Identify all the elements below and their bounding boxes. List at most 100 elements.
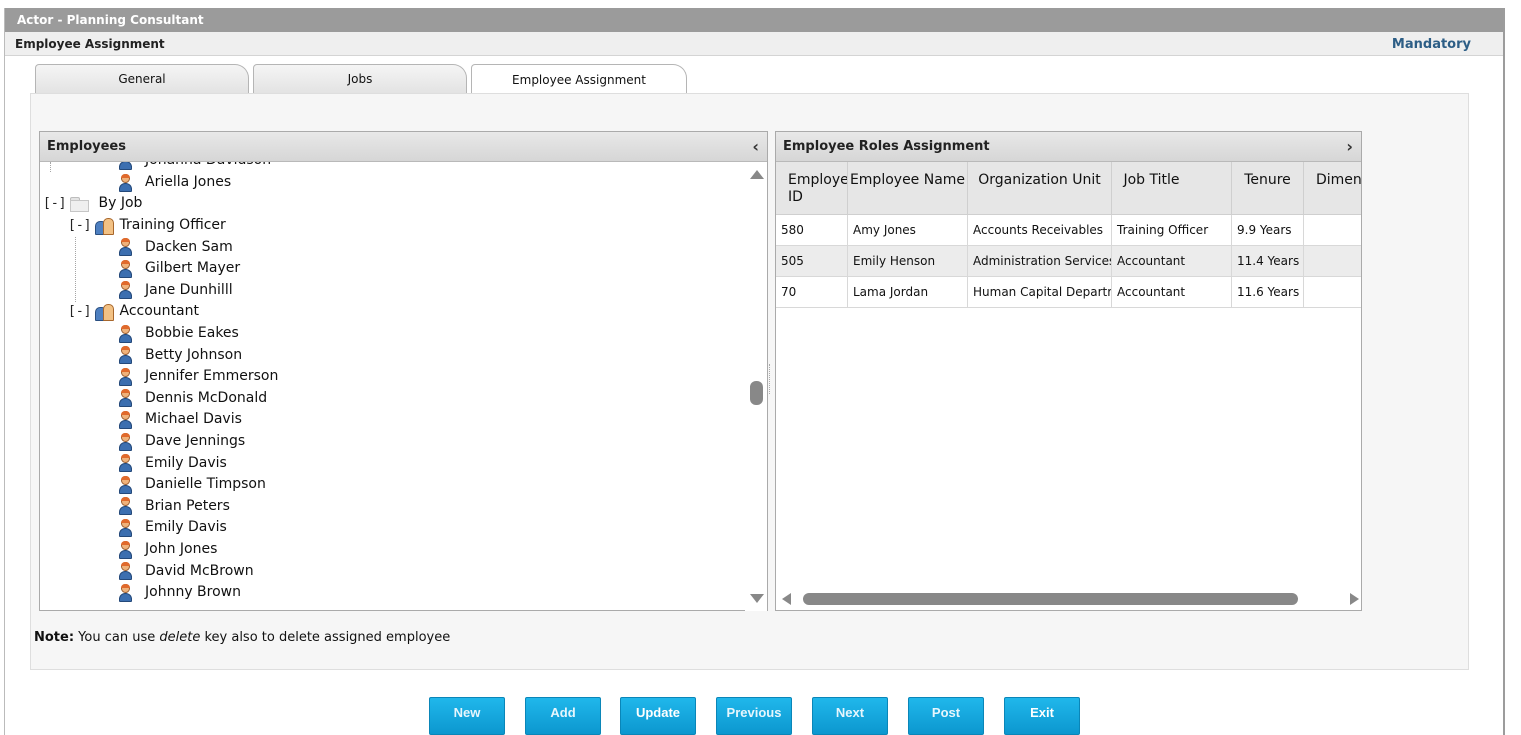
column-header-job-title[interactable]: Job Title xyxy=(1112,162,1232,215)
tree-item-employee[interactable]: Emily Davis xyxy=(118,517,227,538)
person-icon xyxy=(118,389,132,408)
scroll-up-icon[interactable] xyxy=(750,170,764,179)
tree-item-employee[interactable]: Johanna Davidson xyxy=(118,162,271,171)
table-cell: Emily Henson xyxy=(848,246,968,276)
tree-toggle[interactable]: [-] xyxy=(43,193,66,214)
person-icon xyxy=(118,259,132,278)
tree-item-employee[interactable]: Jane Dunhilll xyxy=(118,280,233,301)
add-button[interactable]: Add xyxy=(525,697,601,735)
grid-horizontal-scrollbar[interactable] xyxy=(776,588,1361,610)
tree-item-label: Emily Davis xyxy=(145,454,227,471)
scroll-down-icon[interactable] xyxy=(750,594,764,603)
new-button[interactable]: New xyxy=(429,697,505,735)
folder-icon xyxy=(70,197,90,212)
column-header-organization-unit[interactable]: Organization Unit xyxy=(968,162,1112,215)
tree-item-employee[interactable]: Dave Jennings xyxy=(118,431,245,452)
table-cell: 70 xyxy=(776,277,848,307)
tab-jobs[interactable]: Jobs xyxy=(253,64,467,94)
column-header-employee-id[interactable]: Employee ID xyxy=(776,162,848,215)
person-icon xyxy=(118,432,132,451)
job-group-icon xyxy=(95,217,115,235)
grid-body: 580 Amy Jones Accounts Receivables Training… xyxy=(776,215,1361,308)
person-icon xyxy=(118,410,132,429)
tree-item-employee[interactable]: Betty Johnson xyxy=(118,345,242,366)
table-cell: Accountant xyxy=(1112,277,1232,307)
scroll-right-icon[interactable] xyxy=(1350,593,1359,605)
column-header-tenure[interactable]: Tenure xyxy=(1232,162,1304,215)
tree-item-employee[interactable]: Gilbert Mayer xyxy=(118,258,240,279)
tree-item-label: David McBrown xyxy=(145,562,254,579)
tree-node-by-job[interactable]: [-] By Job xyxy=(43,193,142,214)
tree-toggle[interactable]: [-] xyxy=(68,215,91,236)
person-icon xyxy=(118,173,132,192)
person-icon xyxy=(118,162,132,170)
post-button[interactable]: Post xyxy=(908,697,984,735)
tree-item-employee[interactable]: Emily Davis xyxy=(118,453,227,474)
scroll-left-icon[interactable] xyxy=(782,593,791,605)
tree-item-label: Gilbert Mayer xyxy=(145,260,241,277)
person-icon xyxy=(118,518,132,537)
roles-panel-title: Employee Roles Assignment xyxy=(783,139,990,154)
person-icon xyxy=(118,562,132,581)
tree-item-employee[interactable]: John Jones xyxy=(118,539,217,560)
tree-item-employee[interactable]: Dacken Sam xyxy=(118,237,233,258)
person-icon xyxy=(118,583,132,602)
column-header-employee-name[interactable]: Employee Name xyxy=(848,162,968,215)
tree-connector xyxy=(50,162,51,172)
tree-item-employee[interactable]: David McBrown xyxy=(118,561,254,582)
update-button[interactable]: Update xyxy=(620,697,696,735)
tree-toggle[interactable]: [-] xyxy=(68,301,91,322)
previous-button[interactable]: Previous xyxy=(716,697,792,735)
mandatory-link[interactable]: Mandatory xyxy=(1392,32,1471,58)
table-cell: Amy Jones xyxy=(848,215,968,245)
scroll-thumb[interactable] xyxy=(750,381,763,405)
person-icon xyxy=(118,281,132,300)
note-keyword: delete xyxy=(159,630,201,645)
tree-node-job-group[interactable]: [-] Training Officer xyxy=(68,215,226,236)
job-group-icon xyxy=(95,303,115,321)
tree-vertical-scrollbar[interactable] xyxy=(745,162,767,611)
tab-employee-assignment[interactable]: Employee Assignment xyxy=(471,64,687,95)
person-icon xyxy=(118,540,132,559)
scroll-thumb[interactable] xyxy=(803,593,1298,605)
tree-item-employee[interactable]: Dennis McDonald xyxy=(118,388,267,409)
column-header-dimension[interactable]: Dimens xyxy=(1304,162,1361,215)
tree-item-employee[interactable]: Johnny Brown xyxy=(118,582,241,603)
table-cell: Human Capital Departm xyxy=(968,277,1112,307)
table-cell: 505 xyxy=(776,246,848,276)
table-row[interactable]: 70 Lama Jordan Human Capital Departm Accoun… xyxy=(776,277,1361,308)
tree-item-label: Jennifer Emmerson xyxy=(145,368,279,385)
table-cell: Lama Jordan xyxy=(848,277,968,307)
page-title: Employee Assignment xyxy=(15,37,165,51)
tree-item-employee[interactable]: Bobbie Eakes xyxy=(118,323,239,344)
person-icon xyxy=(118,454,132,473)
tree-item-employee[interactable]: Brian Peters xyxy=(118,496,230,517)
person-icon xyxy=(118,367,132,386)
table-cell: 11.6 Years xyxy=(1232,277,1304,307)
tree-item-employee[interactable]: Michael Davis xyxy=(118,409,242,430)
table-row[interactable]: 505 Emily Henson Administration Services Ac… xyxy=(776,246,1361,277)
tree-node-label: By Job xyxy=(98,195,143,211)
exit-button[interactable]: Exit xyxy=(1004,697,1080,735)
expand-right-icon[interactable]: › xyxy=(1346,132,1353,162)
tree-item-employee[interactable]: Ariella Jones xyxy=(118,172,231,193)
person-icon xyxy=(118,497,132,516)
tree-item-label: Emily Davis xyxy=(145,519,227,536)
panel-splitter[interactable] xyxy=(769,364,771,394)
roles-grid: Employee ID Employee Name Organization U… xyxy=(776,162,1361,308)
tab-general[interactable]: General xyxy=(35,64,249,94)
table-row[interactable]: 580 Amy Jones Accounts Receivables Training… xyxy=(776,215,1361,246)
tree-node-job-group[interactable]: [-] Accountant xyxy=(68,301,199,322)
tree-item-label: Betty Johnson xyxy=(145,346,243,363)
person-icon xyxy=(118,346,132,365)
collapse-left-icon[interactable]: ‹ xyxy=(752,132,759,162)
table-cell: 9.9 Years xyxy=(1232,215,1304,245)
next-button[interactable]: Next xyxy=(812,697,888,735)
grid-header: Employee ID Employee Name Organization U… xyxy=(776,162,1361,215)
tree-connector xyxy=(75,237,76,302)
note-label: Note: xyxy=(34,630,75,645)
tree-item-employee[interactable]: Danielle Timpson xyxy=(118,474,266,495)
tree-node-label: Training Officer xyxy=(119,217,226,233)
tree-item-employee[interactable]: Jennifer Emmerson xyxy=(118,366,278,387)
table-cell xyxy=(1304,277,1361,307)
